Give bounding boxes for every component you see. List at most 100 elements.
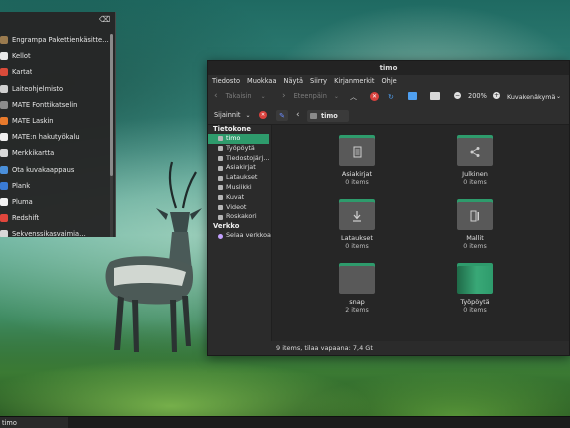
app-menu-item-label: Merkkikartta (12, 149, 55, 158)
app-menu-item-label: MATE:n hakutyökalu (12, 133, 80, 142)
app-menu-item-label: Kellot (12, 52, 31, 61)
places-select[interactable]: Sijainnit ⌄ (214, 111, 251, 119)
menu-edit[interactable]: Muokkaa (247, 77, 277, 85)
menu-scrollbar-thumb[interactable] (110, 34, 113, 176)
chevron-right-icon: › (282, 91, 286, 101)
sidebar-item[interactable]: Työpöytä (208, 144, 271, 154)
folder-icon (310, 113, 317, 119)
sidebar-item[interactable]: Selaa verkkoa (208, 231, 271, 241)
breadcrumb-left-icon[interactable]: ‹ (296, 110, 300, 120)
app-menu-item[interactable]: Kartat (0, 64, 110, 80)
screenshot-icon (0, 165, 8, 174)
app-menu-item[interactable]: Redshift (0, 210, 110, 226)
window-title: timo (208, 61, 569, 75)
app-menu-item[interactable]: Laiteohjelmisto (0, 81, 110, 97)
file-manager-window: timo Tiedosto Muokkaa Näytä Siirry Kirja… (207, 60, 570, 356)
sidebar-header-computer: Tietokone (213, 125, 251, 133)
sidebar-item[interactable]: Kuvat (208, 193, 271, 203)
font-icon (0, 100, 8, 109)
menu-bookmarks[interactable]: Kirjanmerkit (334, 77, 374, 85)
app-menu-item-label: MATE Fonttikatselin (12, 100, 78, 109)
chevron-down-icon: ⌄ (555, 93, 561, 100)
edit-path-icon[interactable]: ✎ (276, 110, 288, 121)
folder-icon (218, 165, 223, 171)
sidebar-item[interactable]: Tiedostojärj… (208, 154, 271, 164)
zoom-out-icon[interactable]: − (454, 92, 461, 99)
menu-scrollbar[interactable] (110, 34, 113, 237)
sidebar-item-label: Roskakori (226, 212, 257, 221)
sidebar-item-label: Videot (226, 202, 247, 211)
menu-view[interactable]: Näytä (284, 77, 304, 85)
folder-icon (218, 175, 223, 181)
file-item[interactable]: Mallit 0 items (440, 199, 510, 250)
clock-icon (0, 52, 8, 61)
app-menu-item[interactable]: Sekvenssikasvaimia… (0, 226, 110, 237)
file-count: 0 items (463, 307, 487, 314)
file-item[interactable]: Lataukset 0 items (322, 199, 392, 250)
menu-go[interactable]: Siirry (310, 77, 327, 85)
file-name: Mallit (466, 234, 484, 242)
search-tool-icon (0, 133, 8, 142)
back-button[interactable]: ‹ Takaisin ⌄ (214, 91, 266, 101)
folder-icon (218, 155, 223, 161)
app-menu-item[interactable]: Merkkikartta (0, 145, 110, 161)
plank-icon (0, 181, 8, 190)
view-mode-select[interactable]: Kuvakenäkymä ⌄ (505, 91, 563, 102)
forward-button[interactable]: › Eteenpäin ⌄ (282, 91, 339, 101)
text-editor-icon (0, 197, 8, 206)
stop-icon[interactable]: ✕ (370, 92, 379, 101)
charmap-icon (0, 149, 8, 158)
sidebar-header-network: Verkko (213, 222, 240, 231)
sidebar-item[interactable]: Lataukset (208, 173, 271, 183)
sidebar-item[interactable]: timo (208, 134, 269, 144)
app-menu-item-label: Ota kuvakaappaus (12, 165, 75, 174)
app-menu-item[interactable]: Pluma (0, 194, 110, 210)
app-menu-item[interactable]: Kellot (0, 48, 110, 64)
menu-bar: Tiedosto Muokkaa Näytä Siirry Kirjanmerk… (208, 75, 569, 87)
view-mode-label: Kuvakenäkymä (507, 92, 556, 101)
up-icon[interactable]: ︿ (350, 92, 357, 102)
archive-icon (0, 36, 8, 45)
firmware-icon (0, 84, 8, 93)
file-name: snap (349, 298, 365, 306)
places-sidebar: Tietokone timo Työpöytä Tiedostojärj… Asiak… (208, 125, 272, 343)
file-count: 0 items (345, 179, 369, 186)
sidebar-item[interactable]: Roskakori (208, 212, 271, 222)
sidebar-item[interactable]: Asiakirjat (208, 163, 271, 173)
menu-file[interactable]: Tiedosto (212, 77, 240, 85)
places-label: Sijainnit (214, 111, 241, 119)
file-item[interactable]: Työpöytä 0 items (440, 263, 510, 314)
folder-icon (218, 214, 223, 220)
chevron-down-icon: ⌄ (260, 92, 266, 100)
reload-icon[interactable]: ↻ (388, 92, 394, 102)
file-count: 0 items (463, 179, 487, 186)
breadcrumb-label: timo (321, 112, 338, 120)
app-menu-item-label: Pluma (12, 197, 33, 206)
share-icon (457, 135, 493, 166)
menu-help[interactable]: Ohje (381, 77, 396, 85)
taskbar-window-button[interactable]: timo (0, 417, 68, 428)
close-pane-icon[interactable]: ✕ (259, 111, 267, 119)
sidebar-item-label: timo (226, 134, 241, 142)
zoom-in-icon[interactable]: + (493, 92, 500, 99)
file-item[interactable]: Julkinen 0 items (440, 135, 510, 186)
map-icon (0, 68, 8, 77)
sidebar-item[interactable]: Videot (208, 203, 271, 213)
app-menu-item[interactable]: Ota kuvakaappaus (0, 162, 110, 178)
sidebar-item-label: Kuvat (226, 192, 245, 201)
folder-icon (218, 195, 223, 201)
app-menu-item[interactable]: Engrampa Pakettienkäsitte… (0, 32, 110, 48)
app-menu-item[interactable]: Plank (0, 178, 110, 194)
app-menu-item[interactable]: MATE:n hakutyökalu (0, 129, 110, 145)
computer-icon[interactable] (430, 92, 440, 100)
home-icon[interactable] (408, 92, 417, 100)
app-menu-item[interactable]: MATE Laskin (0, 113, 110, 129)
breadcrumb-timo[interactable]: timo (307, 110, 349, 122)
clear-search-icon[interactable]: ⌫ (99, 16, 110, 24)
sidebar-item[interactable]: Musiikki (208, 183, 271, 193)
sidebar-item-label: Selaa verkkoa (226, 231, 271, 240)
file-name: Työpöytä (460, 298, 490, 306)
file-item[interactable]: snap 2 items (322, 263, 392, 314)
app-menu-item[interactable]: MATE Fonttikatselin (0, 97, 110, 113)
file-item[interactable]: Asiakirjat 0 items (322, 135, 392, 186)
